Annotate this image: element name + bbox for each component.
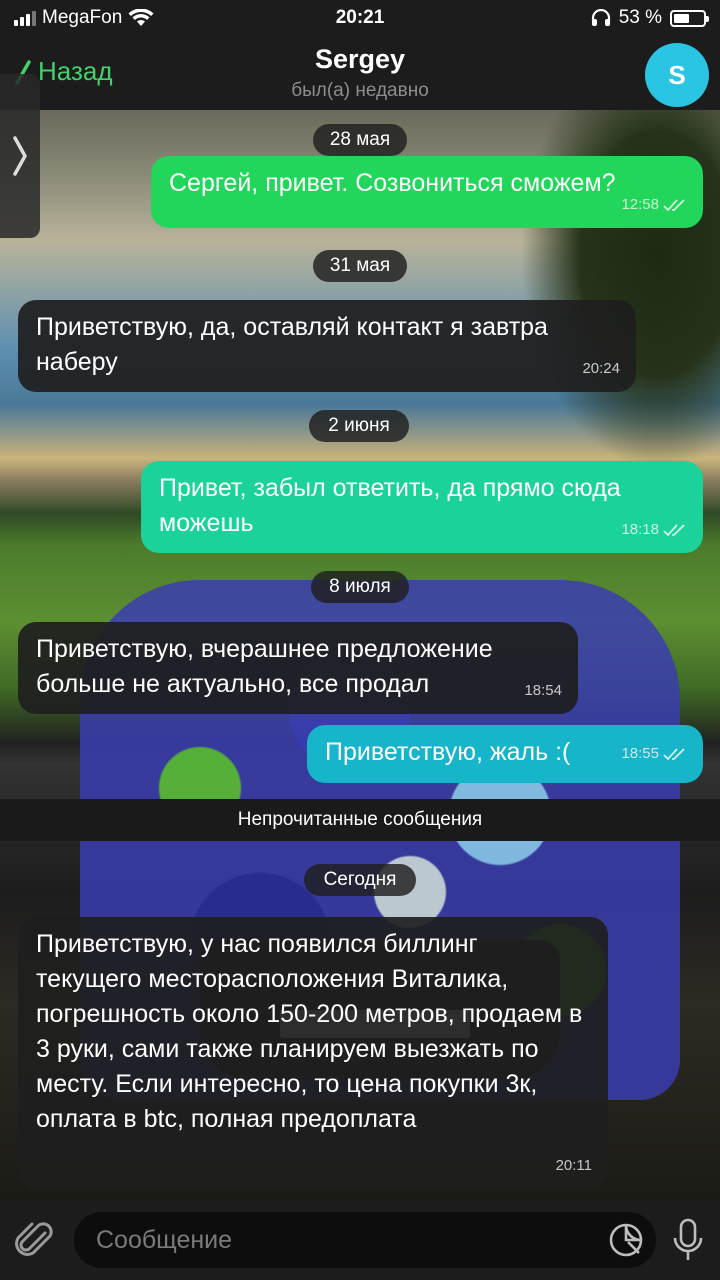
unread-messages-divider: Непрочитанные сообщения	[0, 799, 720, 841]
microphone-button[interactable]	[668, 1215, 708, 1265]
date-separator: 8 июля	[311, 571, 409, 603]
message-outgoing[interactable]: Приветствую, жаль :( 18:55	[307, 725, 703, 783]
message-time: 18:54	[524, 682, 562, 699]
message-time: 12:58	[621, 196, 659, 213]
message-outgoing[interactable]: Сергей, привет. Созвониться сможем? 12:5…	[151, 156, 703, 228]
message-text: Приветствую, жаль :(	[325, 738, 571, 766]
message-incoming[interactable]: Приветствую, вчерашнее предложение больш…	[18, 622, 578, 714]
status-bar: MegaFon 20:21 53 %	[0, 0, 720, 36]
message-text: Сергей, привет. Созвониться сможем?	[169, 169, 616, 197]
date-separator: 2 июня	[309, 410, 409, 442]
attach-button[interactable]	[12, 1217, 58, 1263]
message-text: Приветствую, у нас появился биллинг теку…	[36, 930, 583, 1133]
battery-percent: 53 %	[618, 7, 662, 28]
read-check-icon	[663, 198, 685, 211]
read-check-icon	[663, 747, 685, 760]
message-meta: 18:18	[621, 512, 687, 547]
message-outgoing[interactable]: Привет, забыл ответить, да прямо сюда мо…	[141, 461, 703, 553]
message-text: Приветствую, вчерашнее предложение больш…	[36, 635, 493, 698]
read-check-icon	[663, 523, 685, 536]
microphone-icon	[673, 1218, 703, 1260]
message-input[interactable]: Сообщение	[74, 1212, 656, 1268]
message-time: 18:18	[621, 521, 659, 538]
battery-icon	[670, 9, 709, 27]
date-separator: 31 мая	[313, 250, 407, 282]
message-text: Привет, забыл ответить, да прямо сюда мо…	[159, 474, 621, 537]
battery-level	[674, 13, 689, 23]
attach-paperclip-icon	[15, 1222, 53, 1256]
side-panel-chevron-icon	[13, 136, 27, 176]
contact-name[interactable]: Sergey	[0, 44, 720, 75]
headphones-icon	[591, 9, 610, 26]
chat-header: Назад Sergey был(а) недавно S	[0, 36, 720, 110]
message-time: 20:11	[555, 1157, 592, 1174]
message-meta: 18:55	[621, 736, 687, 771]
carrier-name: MegaFon	[42, 7, 123, 28]
message-incoming[interactable]: Приветствую, да, оставляй контакт я завт…	[18, 300, 636, 392]
wifi-icon	[128, 9, 154, 26]
message-incoming[interactable]: Приветствую, у нас появился биллинг теку…	[18, 917, 608, 1189]
date-separator: Сегодня	[304, 864, 416, 896]
message-time: 20:24	[582, 360, 620, 377]
date-separator: 28 мая	[313, 124, 407, 156]
side-panel-handle[interactable]	[0, 74, 40, 238]
sticker-icon[interactable]	[608, 1222, 644, 1258]
status-time: 20:21	[335, 7, 385, 28]
contact-status: был(а) недавно	[291, 80, 429, 101]
avatar[interactable]: S	[645, 43, 709, 107]
message-time: 18:55	[621, 745, 659, 762]
message-placeholder: Сообщение	[96, 1225, 233, 1254]
message-text: Приветствую, да, оставляй контакт я завт…	[36, 313, 548, 376]
signal-icon	[14, 10, 36, 26]
message-composer: Сообщение	[0, 1200, 720, 1280]
message-meta: 12:58	[621, 187, 687, 222]
